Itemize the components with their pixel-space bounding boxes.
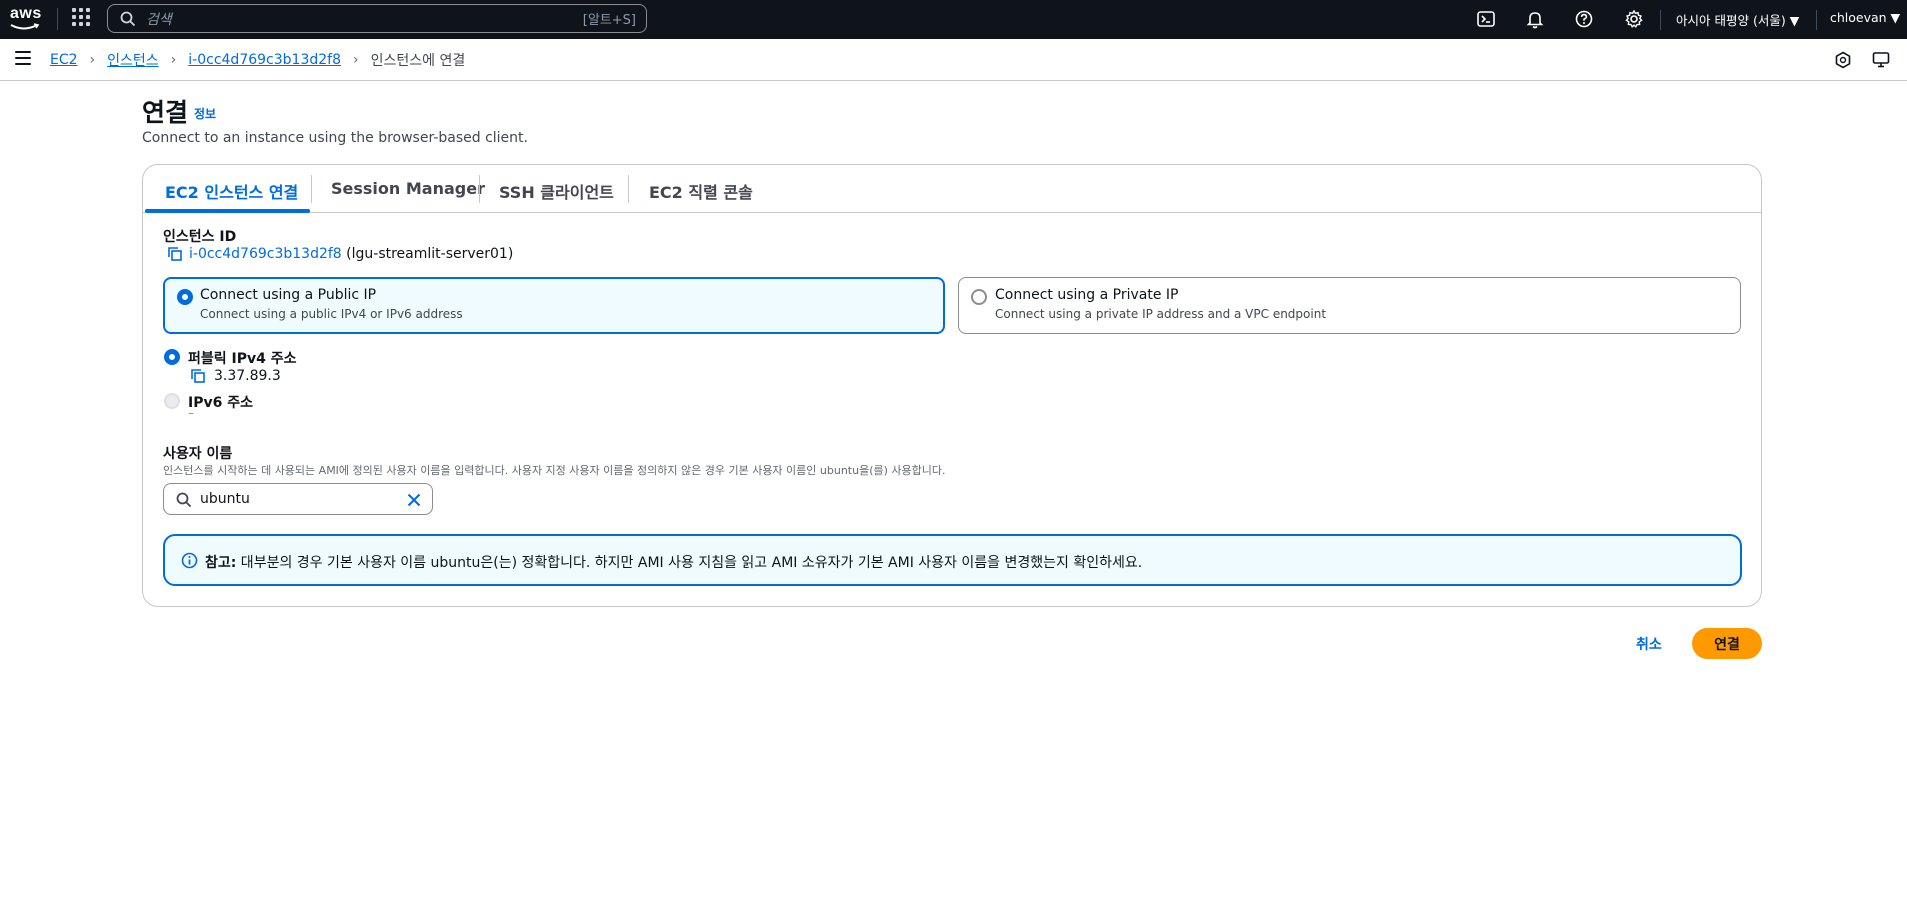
services-grid-icon[interactable]: [72, 8, 92, 28]
ipv6-radio: [164, 393, 180, 409]
tab-ec2-instance-connect[interactable]: EC2 인스턴스 연결: [165, 179, 298, 203]
radio-selected[interactable]: [177, 289, 193, 305]
breadcrumb-ec2[interactable]: EC2: [50, 52, 78, 68]
alert-text: 참고: 대부분의 경우 기본 사용자 이름 ubuntu은(는) 정확합니다. …: [205, 552, 1142, 572]
tab-ssh-client[interactable]: SSH 클라이언트: [499, 179, 614, 203]
ipv4-value: 3.37.89.3: [214, 368, 281, 384]
info-icon: [181, 552, 198, 569]
public-ip-option[interactable]: Connect using a Public IP Connect using …: [163, 277, 945, 334]
search-icon: [120, 11, 136, 26]
tab-separator: [628, 175, 629, 203]
user-menu[interactable]: chloevan ▼: [1830, 10, 1900, 25]
instance-id-link[interactable]: i-0cc4d769c3b13d2f8: [189, 246, 342, 262]
chevron-right-icon: ›: [352, 52, 359, 68]
search-input[interactable]: 검색 [알트+S]: [107, 4, 647, 33]
clear-icon[interactable]: [405, 491, 423, 509]
nav-divider: [57, 8, 58, 30]
ipv4-label: 퍼블릭 IPv4 주소: [188, 351, 297, 367]
search-icon: [176, 492, 192, 508]
hexagon-icon[interactable]: [1834, 51, 1852, 69]
private-ip-option[interactable]: Connect using a Private IP Connect using…: [958, 277, 1741, 334]
help-icon[interactable]: [1574, 9, 1594, 29]
public-ip-option-desc: Connect using a public IPv4 or IPv6 addr…: [200, 307, 463, 321]
connect-button[interactable]: 연결: [1692, 628, 1762, 659]
copy-icon[interactable]: [167, 246, 183, 262]
private-ip-option-desc: Connect using a private IP address and a…: [995, 307, 1327, 321]
tab-separator: [479, 175, 480, 203]
public-ip-option-title: Connect using a Public IP: [200, 287, 377, 303]
aws-logo-text: aws: [10, 5, 42, 22]
hamburger-menu-icon[interactable]: [15, 51, 31, 65]
breadcrumb-instances[interactable]: 인스턴스: [107, 50, 159, 70]
info-alert: 참고: 대부분의 경우 기본 사용자 이름 ubuntu은(는) 정확합니다. …: [163, 534, 1742, 586]
chevron-right-icon: ›: [170, 52, 177, 68]
tab-ec2-serial-console[interactable]: EC2 직렬 콘솔: [649, 179, 753, 203]
copy-icon[interactable]: [190, 368, 206, 384]
screen-feedback-icon[interactable]: [1872, 51, 1890, 69]
info-link[interactable]: 정보: [194, 105, 216, 122]
settings-icon[interactable]: [1624, 9, 1644, 29]
tab-bar: EC2 인스턴스 연결 Session Manager SSH 클라이언트 EC…: [143, 165, 1761, 213]
tab-separator: [311, 175, 312, 203]
bell-icon[interactable]: [1525, 9, 1545, 29]
username-input[interactable]: [200, 489, 390, 509]
search-placeholder: 검색: [146, 11, 172, 28]
instance-id-row: i-0cc4d769c3b13d2f8 (lgu-streamlit-serve…: [189, 246, 513, 262]
page-subtitle: Connect to an instance using the browser…: [142, 130, 528, 146]
ipv6-label: IPv6 주소: [188, 395, 253, 411]
connect-card: EC2 인스턴스 연결 Session Manager SSH 클라이언트 EC…: [142, 164, 1762, 607]
active-tab-indicator: [145, 209, 310, 213]
ipv4-radio[interactable]: [164, 349, 180, 365]
username-field[interactable]: [163, 483, 433, 515]
nav-divider: [1660, 10, 1661, 30]
page-title: 연결: [142, 98, 189, 127]
search-shortcut: [알트+S]: [582, 13, 636, 28]
tab-session-manager[interactable]: Session Manager: [331, 179, 485, 198]
nav-divider: [1816, 10, 1817, 30]
radio-unselected[interactable]: [971, 289, 987, 305]
private-ip-option-title: Connect using a Private IP: [995, 287, 1179, 303]
instance-name: (lgu-streamlit-server01): [346, 246, 514, 262]
breadcrumb-instance-id[interactable]: i-0cc4d769c3b13d2f8: [188, 52, 341, 68]
alert-body: 대부분의 경우 기본 사용자 이름 ubuntu은(는) 정확합니다. 하지만 …: [236, 555, 1143, 571]
breadcrumb: EC2 › 인스턴스 › i-0cc4d769c3b13d2f8 › 인스턴스에…: [50, 50, 465, 70]
aws-logo[interactable]: aws: [10, 6, 42, 32]
breadcrumb-current: 인스턴스에 연결: [370, 53, 466, 69]
cancel-button[interactable]: 취소: [1636, 634, 1662, 654]
region-selector[interactable]: 아시아 태평양 (서울) ▼: [1676, 10, 1799, 29]
username-description: 인스턴스를 시작하는 데 사용되는 AMI에 정의된 사용자 이름을 입력합니다…: [163, 464, 946, 477]
smile-icon: [10, 23, 40, 30]
cloudshell-icon[interactable]: [1476, 9, 1496, 29]
ipv6-value: –: [188, 406, 194, 420]
username-label: 사용자 이름: [163, 446, 233, 462]
chevron-right-icon: ›: [89, 52, 96, 68]
breadcrumb-bar: EC2 › 인스턴스 › i-0cc4d769c3b13d2f8 › 인스턴스에…: [0, 39, 1907, 81]
top-navigation: aws 검색 [알트+S] 아시아 태평양 (서울) ▼ chloevan ▼: [0, 0, 1907, 39]
instance-id-label: 인스턴스 ID: [163, 229, 237, 245]
alert-bold: 참고:: [205, 555, 237, 571]
